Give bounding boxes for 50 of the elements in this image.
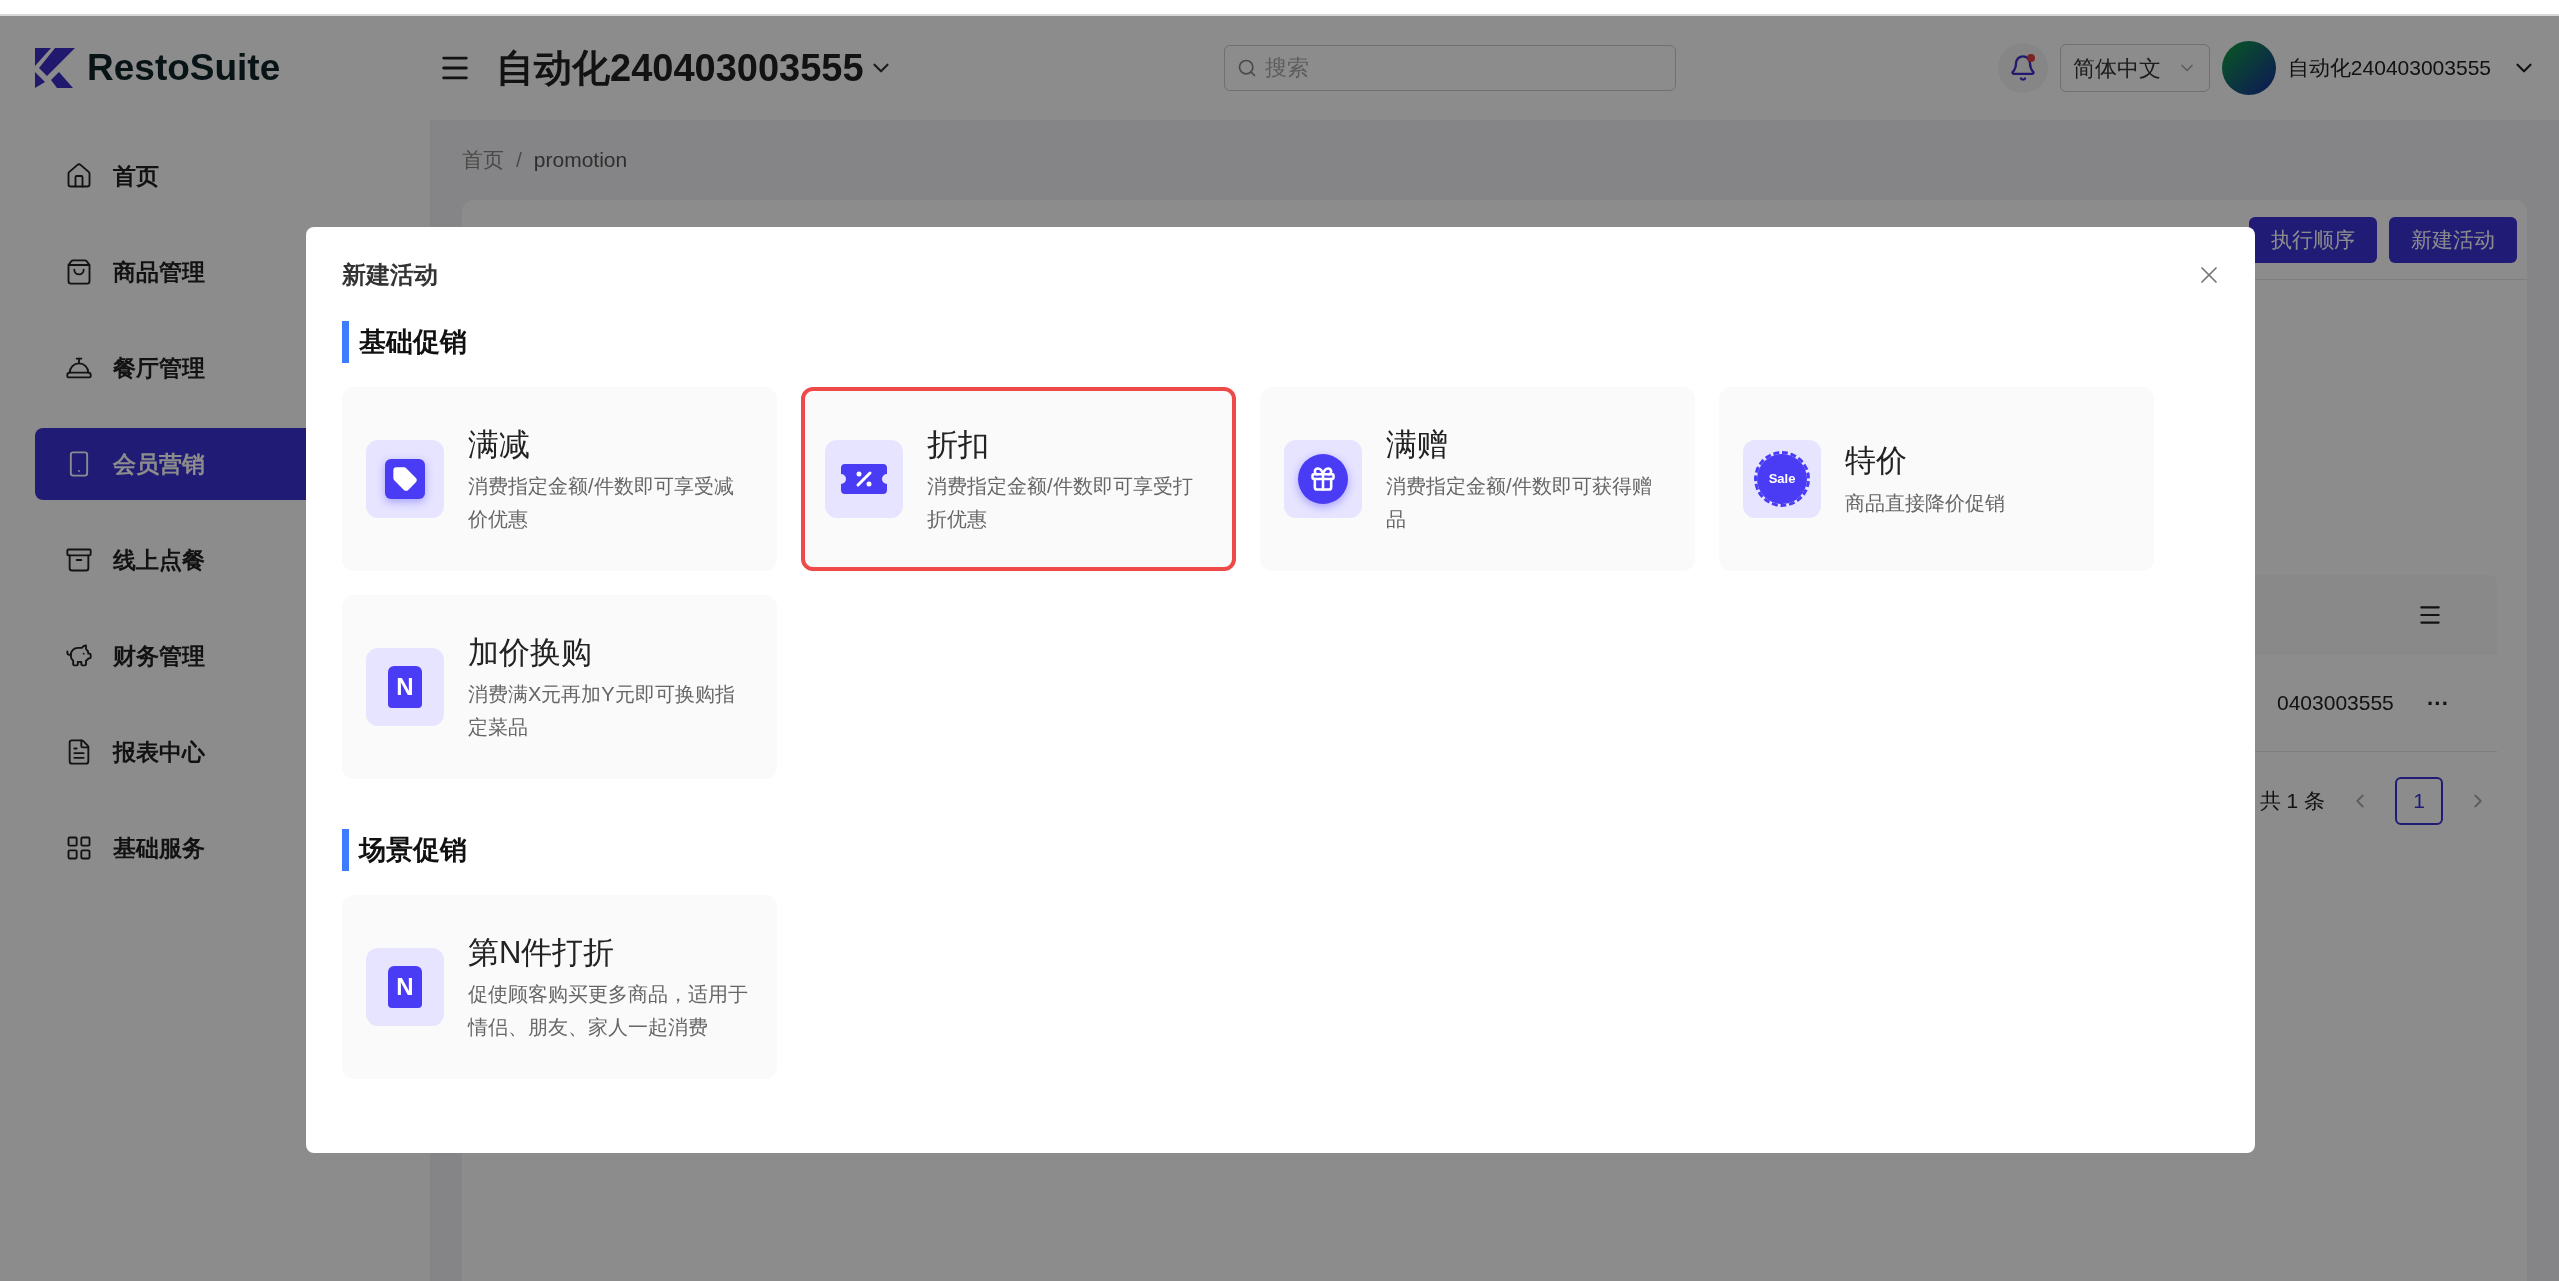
tag-icon [385, 459, 425, 499]
user-name[interactable]: 自动化240403003555 [2287, 52, 2491, 84]
action-button[interactable]: 执行顺序 [2249, 216, 2377, 263]
receipt-letter-icon: N [388, 966, 422, 1008]
card-description: 消费指定金额/件数即可享受减价优惠 [468, 474, 735, 533]
card-description: 消费指定金额/件数即可享受打折优惠 [927, 474, 1194, 533]
promotion-card[interactable]: N 加价换购 消费满X元再加Y元即可换购指定菜品 [342, 595, 777, 779]
card-description: 商品直接降价促销 [1845, 490, 2006, 516]
home-icon [65, 162, 93, 190]
card-description: 促使顾客购买更多商品，适用于情侣、朋友、家人一起消费 [468, 982, 748, 1041]
breadcrumb-item: promotion [533, 147, 628, 174]
card-title: 特价 [1845, 442, 1908, 481]
logo-text: RestoSuite [87, 46, 281, 91]
grid-icon [65, 834, 93, 862]
section-title: 基础促销 [359, 325, 467, 359]
language-select[interactable]: 简体中文 [2059, 44, 2210, 92]
promotion-card[interactable]: Sale 特价 商品直接降价促销 [1719, 387, 2154, 571]
promotion-card[interactable]: 满减 消费指定金额/件数即可享受减价优惠 [342, 387, 777, 571]
card-description: 消费指定金额/件数即可获得赠品 [1386, 474, 1653, 533]
store-name[interactable]: 自动化240403003555 [496, 39, 864, 97]
section-title: 场景促销 [359, 833, 467, 867]
percent-ticket-icon [841, 464, 887, 494]
pagination-total: 共 1 条 [2259, 788, 2325, 815]
search-icon [1236, 58, 1257, 78]
bag-icon [65, 258, 93, 286]
drawer-icon [65, 546, 93, 574]
action-button[interactable]: 新建活动 [2389, 216, 2517, 263]
avatar[interactable] [2221, 41, 2276, 95]
logo-icon [35, 48, 75, 88]
receipt-letter-icon: N [388, 666, 422, 708]
promotion-card[interactable]: 满赠 消费指定金额/件数即可获得赠品 [1260, 387, 1695, 571]
section-accent-bar [342, 321, 349, 363]
card-title: 第N件打折 [468, 933, 616, 972]
modal-title: 新建活动 [342, 260, 438, 290]
card-title: 满赠 [1386, 425, 1449, 464]
bell-icon [2008, 54, 2037, 82]
more-actions[interactable]: ··· [2427, 686, 2449, 720]
table-cell-text: 0403003555 [2277, 690, 2394, 717]
promotion-card[interactable]: 折扣 消费指定金额/件数即可享受打折优惠 [801, 387, 1236, 571]
sidebar-item[interactable]: 首页 [35, 140, 395, 212]
card-title: 折扣 [927, 425, 990, 464]
breadcrumb-separator: / [516, 147, 522, 174]
page-button[interactable]: 1 [2395, 777, 2443, 825]
promotion-card[interactable]: N 第N件打折 促使顾客购买更多商品，适用于情侣、朋友、家人一起消费 [342, 895, 777, 1079]
card-description: 消费满X元再加Y元即可换购指定菜品 [468, 682, 736, 741]
gift-icon [1298, 454, 1348, 504]
sale-badge-icon: Sale [1757, 454, 1807, 504]
card-title: 满减 [468, 425, 531, 464]
section-accent-bar [342, 829, 349, 871]
card-title: 加价换购 [468, 633, 593, 672]
